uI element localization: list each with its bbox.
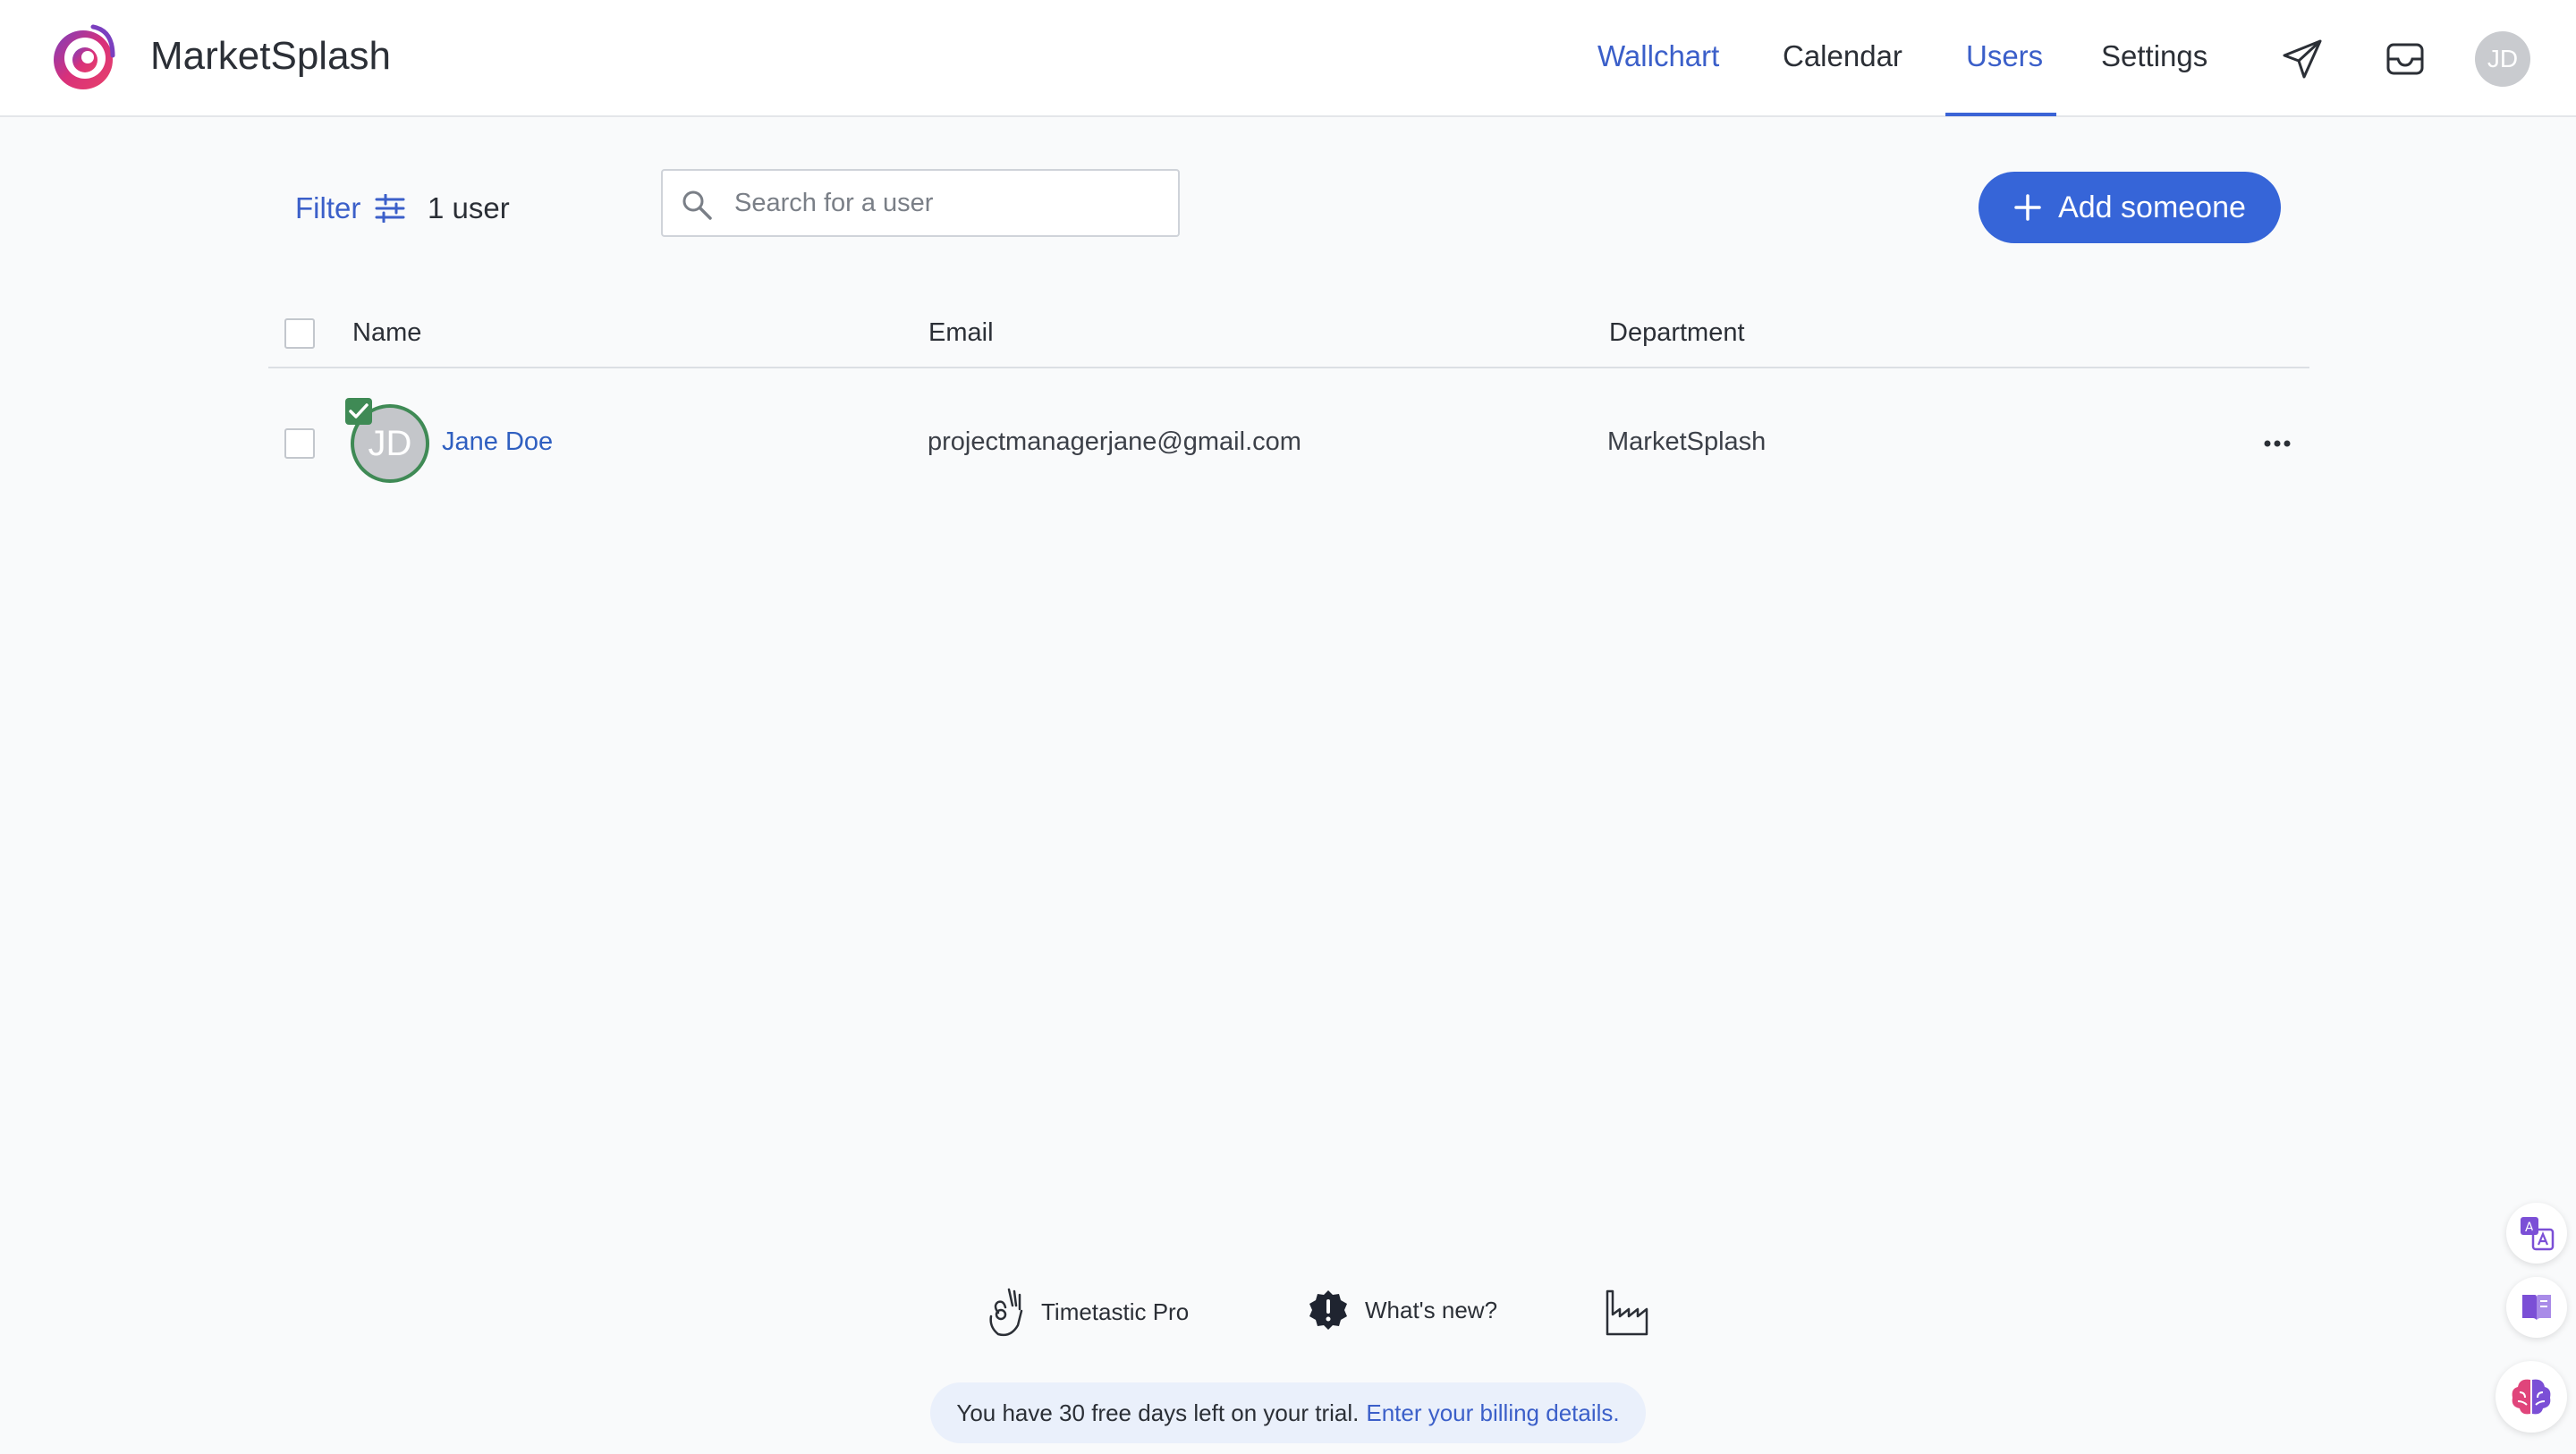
- user-name-link[interactable]: Jane Doe: [442, 427, 553, 457]
- app-name: MarketSplash: [150, 34, 392, 78]
- select-all-checkbox[interactable]: [284, 318, 315, 349]
- ok-hand-icon: [989, 1288, 1023, 1337]
- active-tab-underline: [1945, 113, 2056, 116]
- filter-label: Filter: [295, 191, 361, 224]
- nav-wallchart[interactable]: Wallchart: [1597, 39, 1719, 73]
- user-department: MarketSplash: [1607, 427, 1767, 456]
- inbox-icon[interactable]: [2384, 38, 2427, 80]
- translate-floating-button[interactable]: A: [2506, 1203, 2567, 1264]
- plus-icon: [2014, 194, 2041, 221]
- open-book-icon: [2522, 1295, 2551, 1320]
- reader-floating-button[interactable]: [2506, 1277, 2567, 1338]
- sliders-icon: [375, 194, 405, 223]
- column-header-name[interactable]: Name: [352, 318, 421, 348]
- user-count: 1 user: [428, 191, 510, 224]
- column-header-email[interactable]: Email: [928, 318, 994, 348]
- user-avatar[interactable]: JD: [2475, 31, 2530, 87]
- search-box: [661, 169, 1180, 237]
- table-header: Name Email Department: [268, 304, 2309, 368]
- top-header: MarketSplash Wallchart Calendar Users Se…: [0, 0, 2576, 117]
- search-input[interactable]: [734, 182, 1164, 224]
- nav-calendar[interactable]: Calendar: [1783, 39, 1902, 73]
- trial-banner: You have 30 free days left on your trial…: [930, 1382, 1646, 1443]
- ai-assistant-floating-button[interactable]: [2496, 1361, 2567, 1433]
- alert-badge-icon: [1309, 1290, 1347, 1330]
- whats-new-link[interactable]: What's new?: [1308, 1289, 1497, 1331]
- translate-icon: A: [2521, 1217, 2555, 1251]
- filter-button[interactable]: Filter: [295, 191, 405, 225]
- add-someone-label: Add someone: [2058, 190, 2246, 224]
- brain-icon: [2512, 1379, 2551, 1415]
- whats-new-label: What's new?: [1365, 1296, 1498, 1323]
- nav-settings[interactable]: Settings: [2101, 39, 2207, 73]
- row-checkbox[interactable]: [284, 428, 315, 459]
- timetastic-pro-link[interactable]: Timetastic Pro: [986, 1286, 1189, 1338]
- timetastic-pro-label: Timetastic Pro: [1041, 1298, 1190, 1325]
- column-header-department[interactable]: Department: [1609, 318, 1745, 348]
- add-someone-button[interactable]: Add someone: [1979, 172, 2281, 243]
- user-email: projectmanagerjane@gmail.com: [928, 427, 1301, 456]
- verified-badge-icon: [345, 398, 372, 425]
- more-options-icon[interactable]: [2259, 426, 2295, 461]
- nav-users[interactable]: Users: [1966, 39, 2043, 73]
- table-row: JD Jane Doe projectmanagerjane@gmail.com…: [268, 393, 2309, 494]
- billing-details-link[interactable]: Enter your billing details.: [1366, 1399, 1619, 1427]
- factory-icon[interactable]: [1605, 1288, 1653, 1336]
- search-icon: [682, 190, 712, 220]
- marketsplash-logo-icon[interactable]: [50, 23, 116, 93]
- paper-plane-icon[interactable]: [2281, 38, 2324, 80]
- trial-text: You have 30 free days left on your trial…: [956, 1399, 1360, 1426]
